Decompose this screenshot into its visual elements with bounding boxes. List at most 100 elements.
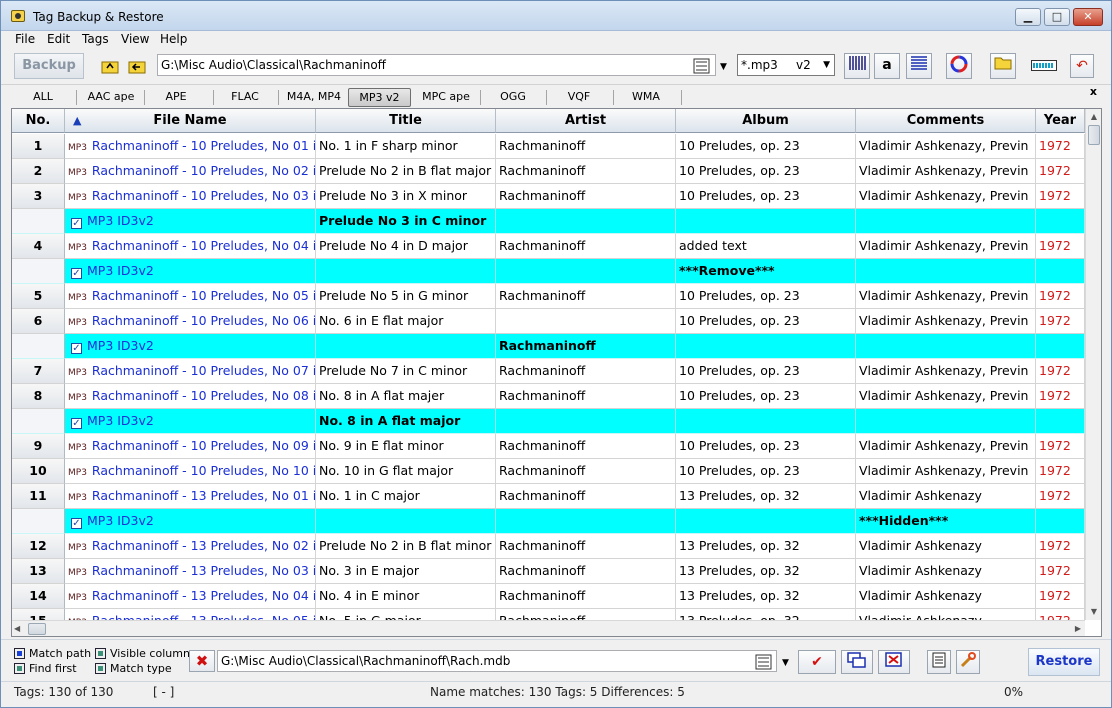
artist-cell[interactable]: Rachmaninoff [496,559,676,584]
tab-wma[interactable]: WMA [621,88,671,107]
year-cell[interactable]: 1972 [1036,309,1085,334]
comments-cell[interactable]: Vladimir Ashkenazy [856,584,1036,609]
find-first-option[interactable]: Find first [14,662,77,675]
file-name-cell[interactable]: MP3 Rachmaninoff - 13 Preludes, No 03 i..… [65,559,316,584]
tab-mp3-v2[interactable]: MP3 v2 [348,88,411,107]
tag-year-cell[interactable] [1036,209,1085,234]
restore-button[interactable]: Restore [1028,648,1100,676]
scroll-thumb[interactable] [1088,125,1100,145]
minimize-button[interactable]: ▁ [1015,8,1041,26]
table-row[interactable]: 12 MP3 Rachmaninoff - 13 Preludes, No 02 i… [12,534,1085,559]
column-header-title[interactable]: Title [316,109,496,133]
comments-cell[interactable]: Vladimir Ashkenazy, Previn [856,434,1036,459]
file-name-cell[interactable]: MP3 Rachmaninoff - 10 Preludes, No 09 i..… [65,434,316,459]
tag-checkbox[interactable]: ✓ [71,518,82,529]
file-name-cell[interactable]: MP3 Rachmaninoff - 13 Preludes, No 01 i..… [65,484,316,509]
tag-type-cell[interactable]: ✓ MP3 ID3v2 [65,409,316,434]
tag-year-cell[interactable] [1036,409,1085,434]
table-row[interactable]: 6 MP3 Rachmaninoff - 10 Preludes, No 06 i.… [12,309,1085,334]
artist-cell[interactable]: Rachmaninoff [496,434,676,459]
tag-year-cell[interactable] [1036,334,1085,359]
artist-cell[interactable] [496,309,676,334]
visible-columns-option[interactable]: Visible columns [95,647,196,660]
db-dropdown-arrow[interactable]: ▼ [782,655,789,671]
database-path-input[interactable]: G:\Misc Audio\Classical\Rachmaninoff\Rac… [217,650,777,672]
match-type-option[interactable]: Match type [95,662,172,675]
title-cell[interactable]: Prelude No 2 in B flat minor [316,534,496,559]
tab-m4a-mp4[interactable]: M4A, MP4 [283,88,345,107]
tab-ogg[interactable]: OGG [488,88,538,107]
comments-cell[interactable]: Vladimir Ashkenazy, Previn [856,459,1036,484]
album-cell[interactable]: 13 Preludes, op. 32 [676,584,856,609]
comments-cell[interactable]: Vladimir Ashkenazy, Previn [856,359,1036,384]
comments-cell[interactable]: Vladimir Ashkenazy [856,484,1036,509]
table-row[interactable]: 2 MP3 Rachmaninoff - 10 Preludes, No 02 i.… [12,159,1085,184]
folder-icon[interactable] [990,53,1016,79]
file-name-cell[interactable]: MP3 Rachmaninoff - 10 Preludes, No 01 i..… [65,134,316,159]
tab-vqf[interactable]: VQF [554,88,604,107]
tag-artist-cell[interactable]: Rachmaninoff [496,334,676,359]
tag-detail-row[interactable]: ✓ MP3 ID3v2 No. 8 in A flat major [12,409,1085,434]
tag-detail-row[interactable]: ✓ MP3 ID3v2 Prelude No 3 in C minor [12,209,1085,234]
title-cell[interactable]: Prelude No 4 in D major [316,234,496,259]
tag-checkbox[interactable]: ✓ [71,218,82,229]
scroll-left-icon[interactable]: ◀ [14,621,20,636]
tab-aac-ape[interactable]: AAC ape [83,88,139,107]
tag-year-cell[interactable] [1036,509,1085,534]
comments-cell[interactable]: Vladimir Ashkenazy, Previn [856,134,1036,159]
column-header-file-name[interactable]: ▲ File Name [65,109,316,133]
tab-ape[interactable]: APE [151,88,201,107]
column-header-no[interactable]: No. [12,109,65,133]
scroll-up-icon[interactable]: ▲ [1086,109,1101,125]
album-cell[interactable]: 13 Preludes, op. 32 [676,484,856,509]
title-cell[interactable]: No. 4 in E minor [316,584,496,609]
refresh-cycle-icon[interactable] [946,53,972,79]
title-cell[interactable]: Prelude No 5 in G minor [316,284,496,309]
tag-album-cell[interactable] [676,334,856,359]
maximize-button[interactable]: □ [1044,8,1070,26]
tag-checkbox[interactable]: ✓ [71,343,82,354]
tag-title-cell[interactable]: No. 8 in A flat major [316,409,496,434]
title-cell[interactable]: No. 10 in G flat major [316,459,496,484]
file-name-cell[interactable]: MP3 Rachmaninoff - 10 Preludes, No 05 i..… [65,284,316,309]
album-cell[interactable]: 13 Preludes, op. 32 [676,559,856,584]
file-name-cell[interactable]: MP3 Rachmaninoff - 10 Preludes, No 03 i..… [65,184,316,209]
menu-tags[interactable]: Tags [82,32,109,46]
title-cell[interactable]: No. 1 in C major [316,484,496,509]
tag-title-cell[interactable] [316,509,496,534]
year-cell[interactable]: 1972 [1036,434,1085,459]
table-row[interactable]: 14 MP3 Rachmaninoff - 13 Preludes, No 04 i… [12,584,1085,609]
tab-all[interactable]: ALL [23,88,63,107]
artist-cell[interactable]: Rachmaninoff [496,134,676,159]
barcode-icon[interactable] [844,53,870,79]
artist-cell[interactable]: Rachmaninoff [496,359,676,384]
title-cell[interactable]: No. 9 in E flat minor [316,434,496,459]
tag-title-cell[interactable] [316,259,496,284]
comments-cell[interactable]: Vladimir Ashkenazy, Previn [856,309,1036,334]
column-header-artist[interactable]: Artist [496,109,676,133]
year-cell[interactable]: 1972 [1036,584,1085,609]
hscroll-thumb[interactable] [28,623,46,635]
artist-cell[interactable]: Rachmaninoff [496,584,676,609]
table-row[interactable]: 7 MP3 Rachmaninoff - 10 Preludes, No 07 i.… [12,359,1085,384]
table-row[interactable]: 4 MP3 Rachmaninoff - 10 Preludes, No 04 i.… [12,234,1085,259]
year-cell[interactable]: 1972 [1036,284,1085,309]
artist-cell[interactable]: Rachmaninoff [496,234,676,259]
table-row[interactable]: 8 MP3 Rachmaninoff - 10 Preludes, No 08 i.… [12,384,1085,409]
table-row[interactable]: 9 MP3 Rachmaninoff - 10 Preludes, No 09 i.… [12,434,1085,459]
tag-detail-row[interactable]: ✓ MP3 ID3v2 ***Remove*** [12,259,1085,284]
tag-comments-cell[interactable]: ***Hidden*** [856,509,1036,534]
windows-icon[interactable] [841,650,873,674]
scroll-down-icon[interactable]: ▼ [1086,604,1101,620]
album-cell[interactable]: 10 Preludes, op. 23 [676,159,856,184]
year-cell[interactable]: 1972 [1036,184,1085,209]
album-cell[interactable]: 10 Preludes, op. 23 [676,134,856,159]
album-cell[interactable]: 10 Preludes, op. 23 [676,359,856,384]
year-cell[interactable]: 1972 [1036,459,1085,484]
title-cell[interactable]: No. 6 in E flat major [316,309,496,334]
file-name-cell[interactable]: MP3 Rachmaninoff - 10 Preludes, No 04 i..… [65,234,316,259]
title-cell[interactable]: No. 8 in A flat majer [316,384,496,409]
horizontal-scrollbar[interactable]: ◀ ▶ [12,620,1085,636]
year-cell[interactable]: 1972 [1036,534,1085,559]
tag-album-cell[interactable] [676,409,856,434]
